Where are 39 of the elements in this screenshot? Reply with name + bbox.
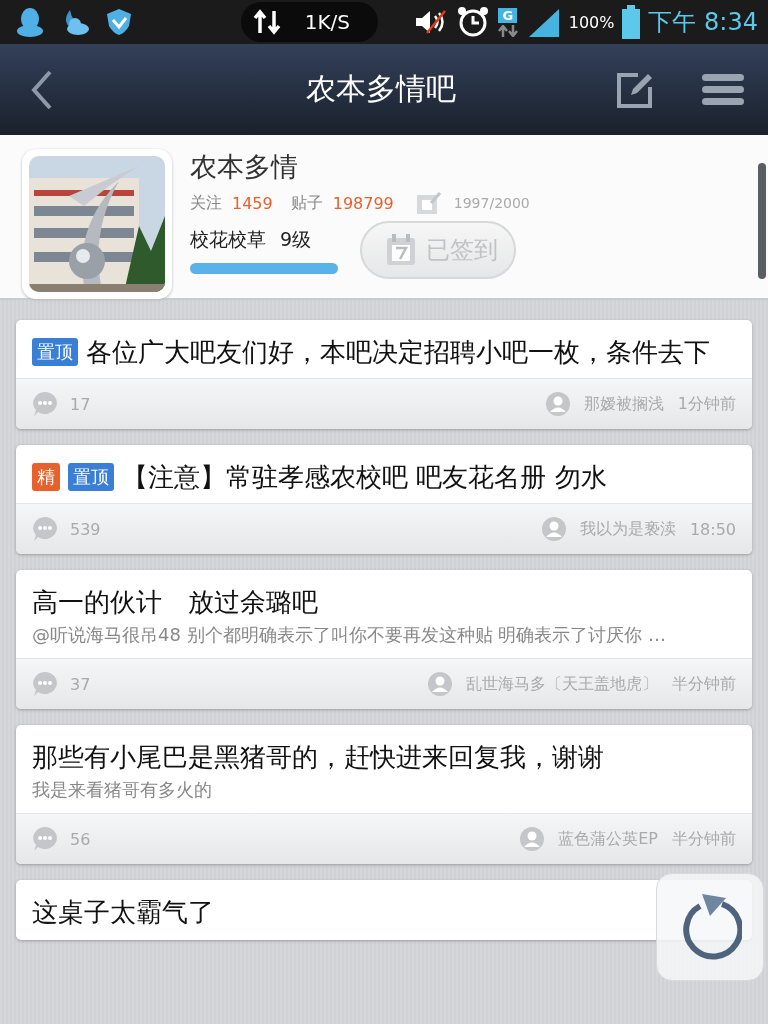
stat-label: 贴子 bbox=[290, 192, 323, 214]
tag-label: 置顶 bbox=[32, 338, 78, 366]
post-summary: 我是来看猪哥有多火的 bbox=[32, 778, 213, 802]
post-card[interactable]: 高一的伙计 放过余璐吧 @听说海马很吊48 别个都明确表示了叫你不要再发这种贴 明确表示了讨厌你 … 37 乱世海马多〔天王盖地虎〕 半分钟前 bbox=[16, 570, 752, 709]
stat-label: 关注 bbox=[190, 192, 222, 214]
reply-count: 37 bbox=[70, 674, 91, 694]
forum-name: 农本多情 bbox=[190, 150, 299, 184]
level-label: 9级 bbox=[280, 227, 312, 250]
post-title: 这桌子太霸气了 bbox=[32, 897, 214, 927]
post-time: 半分钟前 bbox=[672, 673, 736, 695]
speed-text: 1K/S bbox=[304, 10, 350, 34]
tag-label: 精 bbox=[32, 463, 60, 491]
post-title: 那些有小尾巴是黑猪哥的，赶快进来回复我，谢谢 bbox=[32, 742, 604, 772]
tag-label: 置顶 bbox=[68, 463, 114, 491]
author-name: 乱世海马多〔天王盖地虎〕 bbox=[466, 673, 658, 695]
author-name: 我以为是亵渎 bbox=[579, 518, 676, 540]
post-count: 198799 bbox=[332, 193, 394, 213]
reply-count: 56 bbox=[70, 829, 91, 849]
clock-time: 下午 8:34 bbox=[648, 7, 758, 38]
post-time: 1分钟前 bbox=[677, 393, 736, 415]
post-title: 各位广大吧友们好，本吧决定招聘小吧一枚，条件去下 bbox=[86, 337, 710, 367]
reply-count: 17 bbox=[70, 394, 91, 414]
window-title: 农本多情吧 bbox=[305, 70, 457, 108]
follower-count: 1459 bbox=[232, 193, 273, 213]
author-name: 蓝色蒲公英EP bbox=[558, 828, 658, 850]
author-name: 那嫒被搁浅 bbox=[583, 393, 664, 415]
reply-count: 539 bbox=[70, 519, 101, 539]
post-time: 18:50 bbox=[689, 519, 736, 539]
post-summary: @听说海马很吊48 别个都明确表示了叫你不要再发这种贴 明确表示了讨厌你 … bbox=[32, 623, 668, 647]
post-card[interactable]: 精 置顶 【注意】常驻孝感农校吧 吧友花名册 勿水 539 我以为是亵渎 18:50 bbox=[16, 445, 752, 554]
rank-title: 校花校草 bbox=[190, 227, 266, 250]
post-card[interactable]: 置顶 各位广大吧友们好，本吧决定招聘小吧一枚，条件去下 17 那嫒被搁浅 1分钟前 bbox=[16, 320, 752, 429]
sign-in-count: 1997/2000 bbox=[453, 195, 530, 211]
network-type: G bbox=[498, 7, 518, 23]
post-time: 半分钟前 bbox=[672, 828, 736, 850]
post-title: 高一的伙计 放过余璐吧 bbox=[32, 587, 318, 617]
post-title: 【注意】常驻孝感农校吧 吧友花名册 勿水 bbox=[122, 462, 607, 492]
battery-percent: 100% bbox=[568, 12, 615, 32]
post-card[interactable]: 那些有小尾巴是黑猪哥的，赶快进来回复我，谢谢 我是来看猪哥有多火的 56 蓝色蒲公英EP 半分钟前 bbox=[16, 725, 752, 864]
